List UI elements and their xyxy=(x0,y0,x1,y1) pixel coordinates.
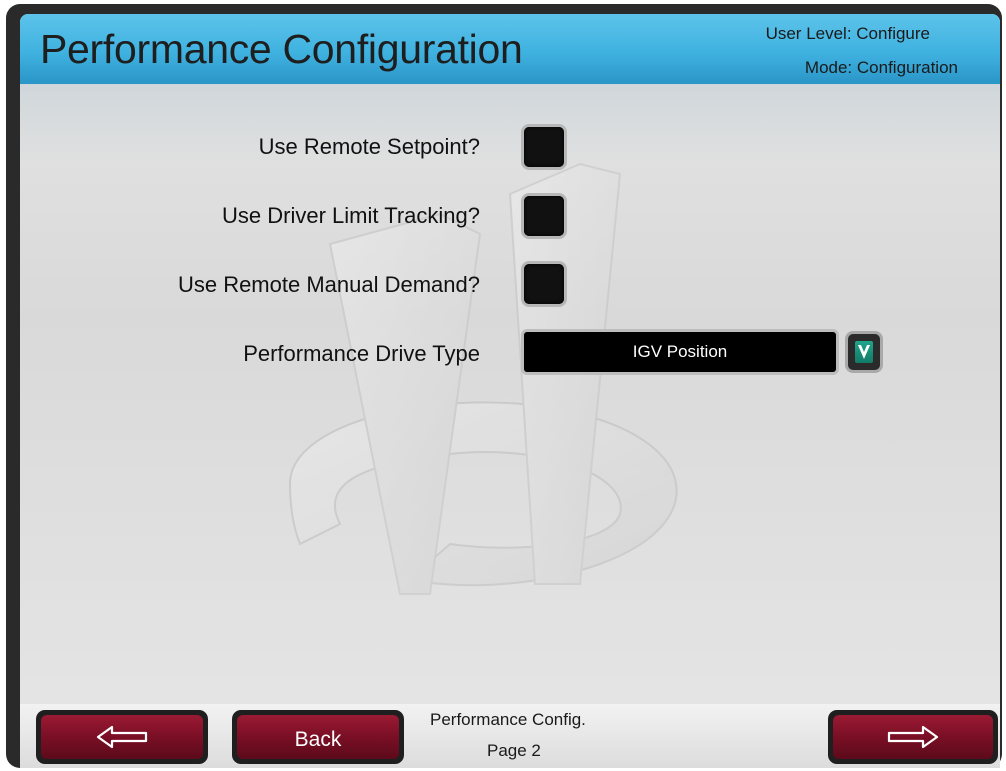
chevron-down-icon xyxy=(855,341,873,363)
screen: Performance Configuration User Level: Co… xyxy=(20,14,1000,768)
option-label-remote-manual-demand: Use Remote Manual Demand? xyxy=(177,272,480,297)
next-button-face xyxy=(833,715,993,759)
screen-name-text: Performance Config. xyxy=(430,710,586,729)
next-page-button[interactable] xyxy=(828,710,998,764)
option-label-driver-limit-tracking: Use Driver Limit Tracking? xyxy=(222,203,480,228)
remote-setpoint-checkbox[interactable] xyxy=(524,127,564,167)
previous-button-face xyxy=(41,715,203,759)
previous-page-button[interactable] xyxy=(36,710,208,764)
arrow-left-icon xyxy=(96,725,148,749)
header-bar: Performance Configuration User Level: Co… xyxy=(20,14,1000,85)
device-frame: Performance Configuration User Level: Co… xyxy=(6,4,1002,768)
drive-type-dropdown-button[interactable] xyxy=(848,334,880,370)
drive-type-select[interactable]: IGV Position xyxy=(524,332,836,372)
back-button[interactable]: Back xyxy=(232,710,404,764)
mode-text: Mode: Configuration xyxy=(804,58,958,77)
page-title: Performance Configuration xyxy=(40,26,523,72)
option-label-remote-setpoint: Use Remote Setpoint? xyxy=(258,134,480,159)
user-level-text: User Level: Configure xyxy=(765,24,930,43)
remote-manual-demand-checkbox[interactable] xyxy=(524,264,564,304)
back-button-label: Back xyxy=(237,715,399,759)
drive-type-label: Performance Drive Type xyxy=(243,341,480,366)
page-number-text: Page 2 xyxy=(487,741,541,760)
driver-limit-tracking-checkbox[interactable] xyxy=(524,196,564,236)
arrow-right-icon xyxy=(887,725,939,749)
